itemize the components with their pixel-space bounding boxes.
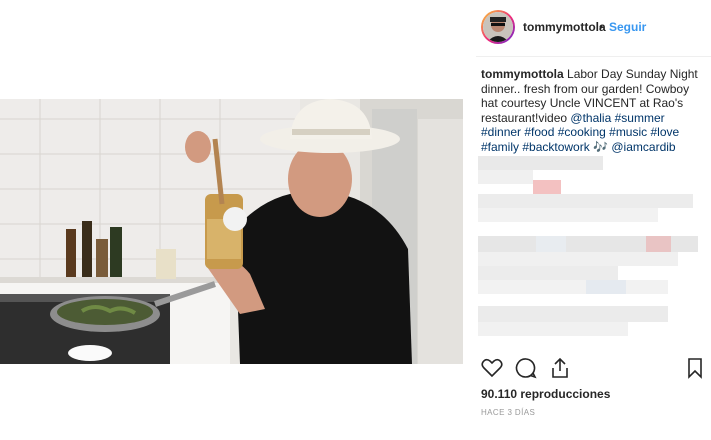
hashtag-food[interactable]: #food	[524, 125, 554, 139]
hashtag-cooking[interactable]: #cooking	[558, 125, 606, 139]
separator-dot: •	[599, 20, 604, 34]
hashtag-backtowork[interactable]: #backtowork	[522, 140, 589, 154]
bookmark-icon-glyph	[688, 358, 702, 379]
username-link[interactable]: tommymottola	[523, 20, 606, 34]
music-note-emoji: 🎶	[593, 139, 609, 154]
post-sidebar: tommymottola • Seguir tommymottola Labor…	[476, 0, 711, 440]
post-header: tommymottola • Seguir	[476, 0, 711, 57]
post-caption: tommymottola Labor Day Sunday Night dinn…	[481, 67, 707, 154]
hashtag-love[interactable]: #love	[651, 125, 680, 139]
video-frame	[0, 99, 463, 364]
comment-icon[interactable]	[514, 356, 540, 382]
hashtag-music[interactable]: #music	[609, 125, 647, 139]
follow-button[interactable]: Seguir	[609, 20, 646, 34]
mention-thalia[interactable]: @thalia	[570, 111, 611, 125]
mention-iamcardib[interactable]: @iamcardib	[611, 140, 675, 154]
avatar-photo	[483, 12, 513, 42]
share-icon[interactable]	[548, 356, 574, 382]
blurred-comments	[476, 156, 711, 346]
bookmark-icon[interactable]	[683, 356, 709, 382]
share-icon-glyph	[552, 357, 568, 378]
avatar-image	[483, 12, 513, 42]
hashtag-dinner[interactable]: #dinner	[481, 125, 521, 139]
view-count[interactable]: 90.110 reproducciones	[481, 387, 610, 401]
heart-icon[interactable]	[480, 356, 506, 382]
post-timestamp[interactable]: HACE 3 DÍAS	[481, 408, 535, 417]
caption-username[interactable]: tommymottola	[481, 67, 564, 81]
heart-icon-glyph	[481, 358, 503, 378]
hashtag-family[interactable]: #family	[481, 140, 519, 154]
action-bar	[476, 356, 711, 386]
comment-icon-glyph	[515, 358, 537, 379]
post-media	[0, 0, 476, 440]
hashtag-summer[interactable]: #summer	[615, 111, 665, 125]
video-player[interactable]	[0, 99, 463, 364]
avatar[interactable]	[481, 10, 515, 44]
